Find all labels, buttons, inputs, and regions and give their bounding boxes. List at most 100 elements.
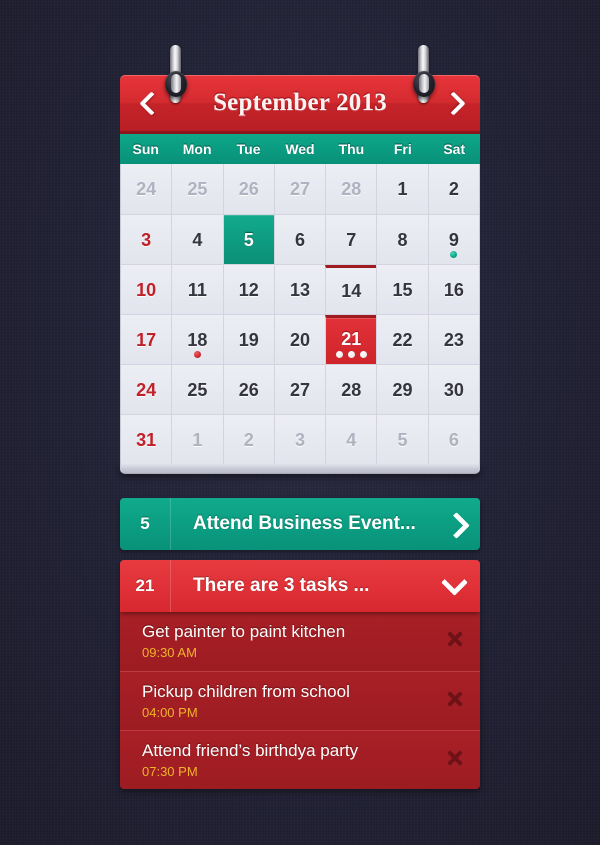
calendar-day-cell[interactable]: 11 [171, 265, 223, 314]
calendar-day-cell[interactable]: 8 [376, 215, 428, 264]
weekday-header-row: Sun Mon Tue Wed Thu Fri Sat [120, 131, 480, 164]
calendar-day-number: 26 [238, 179, 259, 199]
calendar-day-cell[interactable]: 23 [427, 315, 479, 364]
calendar-week-row: 10 11 12 13 14 15 16 [121, 264, 479, 314]
calendar-day-number: 19 [238, 329, 259, 350]
calendar-day-cell[interactable]: 3 [273, 415, 326, 464]
calendar-day-number: 14 [341, 281, 362, 301]
calendar-day-cell[interactable]: 20 [273, 315, 326, 364]
calendar-day-cell[interactable]: 14 [325, 265, 377, 314]
tasks-bar-day-21[interactable]: 21 There are 3 tasks ... [120, 560, 480, 612]
calendar-day-cell[interactable]: 16 [427, 265, 479, 314]
calendar-day-cell[interactable]: 10 [121, 265, 172, 314]
calendar-day-cell[interactable]: 3 [121, 215, 172, 264]
calendar-day-cell[interactable]: 26 [222, 164, 274, 214]
calendar-day-cell[interactable]: 21 [325, 315, 377, 364]
calendar-day-number: 24 [136, 179, 157, 199]
calendar-day-cell[interactable]: 26 [222, 365, 274, 414]
event-dot-white [359, 351, 367, 358]
calendar-day-cell[interactable]: 18 [171, 315, 223, 364]
task-item[interactable]: Pickup children from school 04:00 PM [120, 671, 480, 730]
event-dot-teal [450, 251, 458, 258]
event-dot-red [193, 351, 201, 358]
calendar-header: September 2013 [120, 45, 480, 131]
calendar-day-cell[interactable]: 29 [376, 365, 428, 414]
calendar-day-number: 26 [238, 379, 259, 400]
tasks-bar-label: There are 3 tasks ... [193, 575, 370, 596]
calendar-day-cell[interactable]: 27 [273, 164, 326, 214]
event-indicator-dots [429, 251, 479, 258]
weekday-label-wed: Wed [285, 141, 315, 157]
calendar-day-cell[interactable]: 5 [222, 215, 274, 264]
calendar-day-cell[interactable]: 24 [121, 365, 172, 414]
calendar-day-number: 23 [443, 329, 464, 350]
calendar-day-number: 1 [397, 179, 408, 199]
calendar-grid: 24 25 26 27 28 1 2 3 4 5 6 7 8 9 10 11 12 13 14 15 16 17 18 19 2… [120, 164, 480, 464]
calendar-day-cell[interactable]: 5 [376, 415, 428, 464]
task-time: 09:30 AM [142, 645, 197, 660]
calendar-day-number: 24 [136, 379, 157, 400]
calendar-day-cell[interactable]: 2 [427, 164, 479, 214]
calendar-day-number: 12 [238, 279, 259, 300]
calendar-day-cell[interactable]: 1 [171, 415, 223, 464]
calendar-day-number: 20 [289, 329, 310, 350]
calendar-day-number: 6 [448, 429, 459, 450]
close-icon[interactable] [444, 747, 466, 769]
next-month-button[interactable] [438, 86, 464, 120]
calendar-day-number: 18 [187, 329, 208, 350]
calendar-day-cell[interactable]: 28 [325, 164, 377, 214]
calendar-day-cell[interactable]: 24 [121, 164, 172, 214]
prev-month-button[interactable] [136, 86, 162, 120]
calendar-day-cell[interactable]: 9 [427, 215, 479, 264]
calendar-day-cell[interactable]: 15 [376, 265, 428, 314]
chevron-down-icon[interactable] [434, 560, 480, 612]
calendar-day-number: 5 [397, 429, 408, 450]
calendar-day-cell[interactable]: 25 [171, 365, 223, 414]
calendar-day-number: 15 [392, 279, 413, 300]
calendar-day-cell[interactable]: 7 [325, 215, 377, 264]
calendar-day-number: 2 [243, 429, 254, 450]
calendar-day-cell[interactable]: 30 [427, 365, 479, 414]
calendar-week-row: 3 4 5 6 7 8 9 [121, 214, 479, 264]
calendar-widget: September 2013 Sun Mon Tue Wed Thu Fri Sat 24 2… [120, 45, 480, 474]
event-bar-label: Attend Business Event... [193, 513, 416, 534]
calendar-day-cell[interactable]: 13 [273, 265, 326, 314]
calendar-day-number: 16 [443, 279, 464, 300]
calendar-day-cell[interactable]: 31 [121, 415, 172, 464]
task-title: Attend friend’s birthdya party [142, 741, 359, 760]
calendar-day-cell[interactable]: 6 [427, 415, 479, 464]
task-title: Get painter to paint kitchen [142, 622, 346, 641]
calendar-day-cell[interactable]: 4 [171, 215, 223, 264]
binder-ring-right-icon [413, 45, 435, 107]
calendar-month-title: September 2013 [213, 89, 387, 116]
calendar-day-cell[interactable]: 2 [222, 415, 274, 464]
close-icon[interactable] [444, 688, 466, 710]
calendar-day-cell[interactable]: 4 [325, 415, 377, 464]
calendar-day-cell[interactable]: 27 [273, 365, 326, 414]
calendar-day-number: 4 [192, 229, 203, 250]
calendar-day-number: 28 [341, 179, 362, 199]
event-dot-white [347, 351, 355, 358]
calendar-day-cell[interactable]: 6 [273, 215, 326, 264]
event-bar-day-5[interactable]: 5 Attend Business Event... [120, 498, 480, 550]
calendar-day-number: 2 [448, 179, 459, 199]
calendar-day-cell[interactable]: 28 [325, 365, 377, 414]
calendar-day-cell[interactable]: 1 [376, 164, 428, 214]
calendar-day-cell[interactable]: 12 [222, 265, 274, 314]
event-dot-white [335, 351, 343, 358]
calendar-day-number: 7 [346, 229, 357, 250]
close-icon[interactable] [444, 628, 466, 650]
chevron-right-icon[interactable] [434, 498, 480, 550]
calendar-day-cell[interactable]: 19 [222, 315, 274, 364]
calendar-day-number: 29 [392, 379, 413, 400]
calendar-day-cell[interactable]: 17 [121, 315, 172, 364]
calendar-day-number: 11 [187, 279, 207, 300]
calendar-day-number: 10 [136, 279, 157, 300]
calendar-day-number: 27 [289, 179, 310, 199]
calendar-day-number: 1 [192, 429, 203, 450]
calendar-day-cell[interactable]: 22 [376, 315, 428, 364]
calendar-day-number: 21 [341, 329, 362, 349]
task-item[interactable]: Get painter to paint kitchen 09:30 AM [120, 612, 480, 671]
task-item[interactable]: Attend friend’s birthdya party 07:30 PM [120, 730, 480, 789]
calendar-day-cell[interactable]: 25 [171, 164, 223, 214]
